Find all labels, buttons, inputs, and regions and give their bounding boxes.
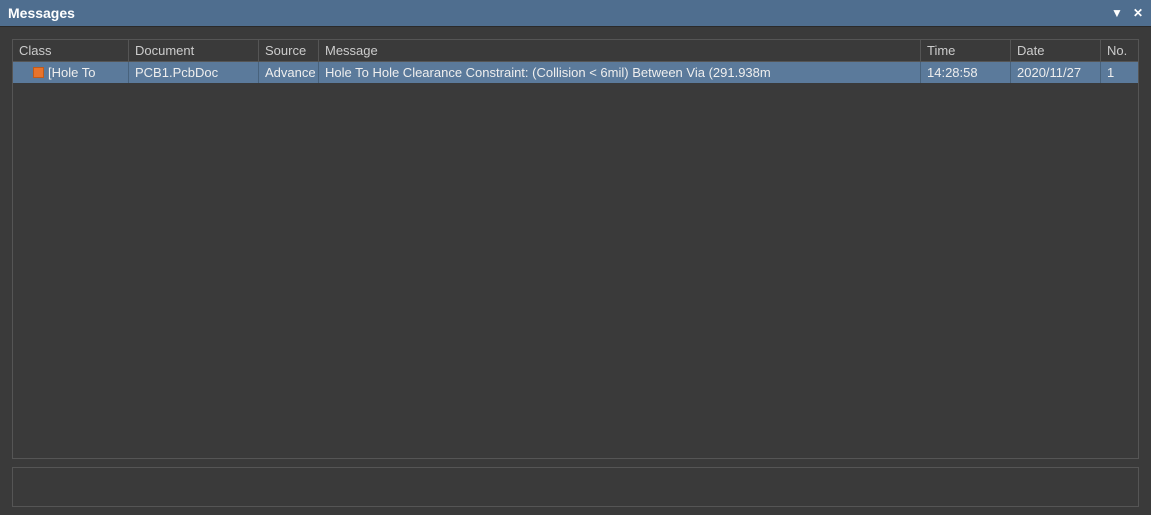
cell-class: [Hole To xyxy=(13,62,129,83)
column-header-source[interactable]: Source xyxy=(259,40,319,61)
column-header-no[interactable]: No. xyxy=(1101,40,1138,61)
table-header: Class Document Source Message Time Date … xyxy=(13,40,1138,62)
cell-no: 1 xyxy=(1101,62,1138,83)
titlebar-controls: ▼ ✕ xyxy=(1111,6,1143,20)
cell-time: 14:28:58 xyxy=(921,62,1011,83)
warning-icon xyxy=(33,67,44,78)
cell-source: Advance xyxy=(259,62,319,83)
details-pane[interactable] xyxy=(12,467,1139,507)
panel-titlebar[interactable]: Messages ▼ ✕ xyxy=(0,0,1151,27)
column-header-time[interactable]: Time xyxy=(921,40,1011,61)
content-area: Class Document Source Message Time Date … xyxy=(0,27,1151,515)
panel-title: Messages xyxy=(8,5,75,21)
dropdown-icon[interactable]: ▼ xyxy=(1111,6,1123,20)
messages-table: Class Document Source Message Time Date … xyxy=(12,39,1139,459)
cell-class-text: [Hole To xyxy=(48,65,95,80)
close-icon[interactable]: ✕ xyxy=(1133,6,1143,20)
cell-document: PCB1.PcbDoc xyxy=(129,62,259,83)
table-row[interactable]: [Hole To PCB1.PcbDoc Advance Hole To Hol… xyxy=(13,62,1138,83)
column-header-date[interactable]: Date xyxy=(1011,40,1101,61)
messages-panel: Messages ▼ ✕ Class Document Source Messa… xyxy=(0,0,1151,515)
cell-message: Hole To Hole Clearance Constraint: (Coll… xyxy=(319,62,921,83)
column-header-class[interactable]: Class xyxy=(13,40,129,61)
column-header-message[interactable]: Message xyxy=(319,40,921,61)
table-body[interactable]: [Hole To PCB1.PcbDoc Advance Hole To Hol… xyxy=(13,62,1138,458)
column-header-document[interactable]: Document xyxy=(129,40,259,61)
cell-date: 2020/11/27 xyxy=(1011,62,1101,83)
